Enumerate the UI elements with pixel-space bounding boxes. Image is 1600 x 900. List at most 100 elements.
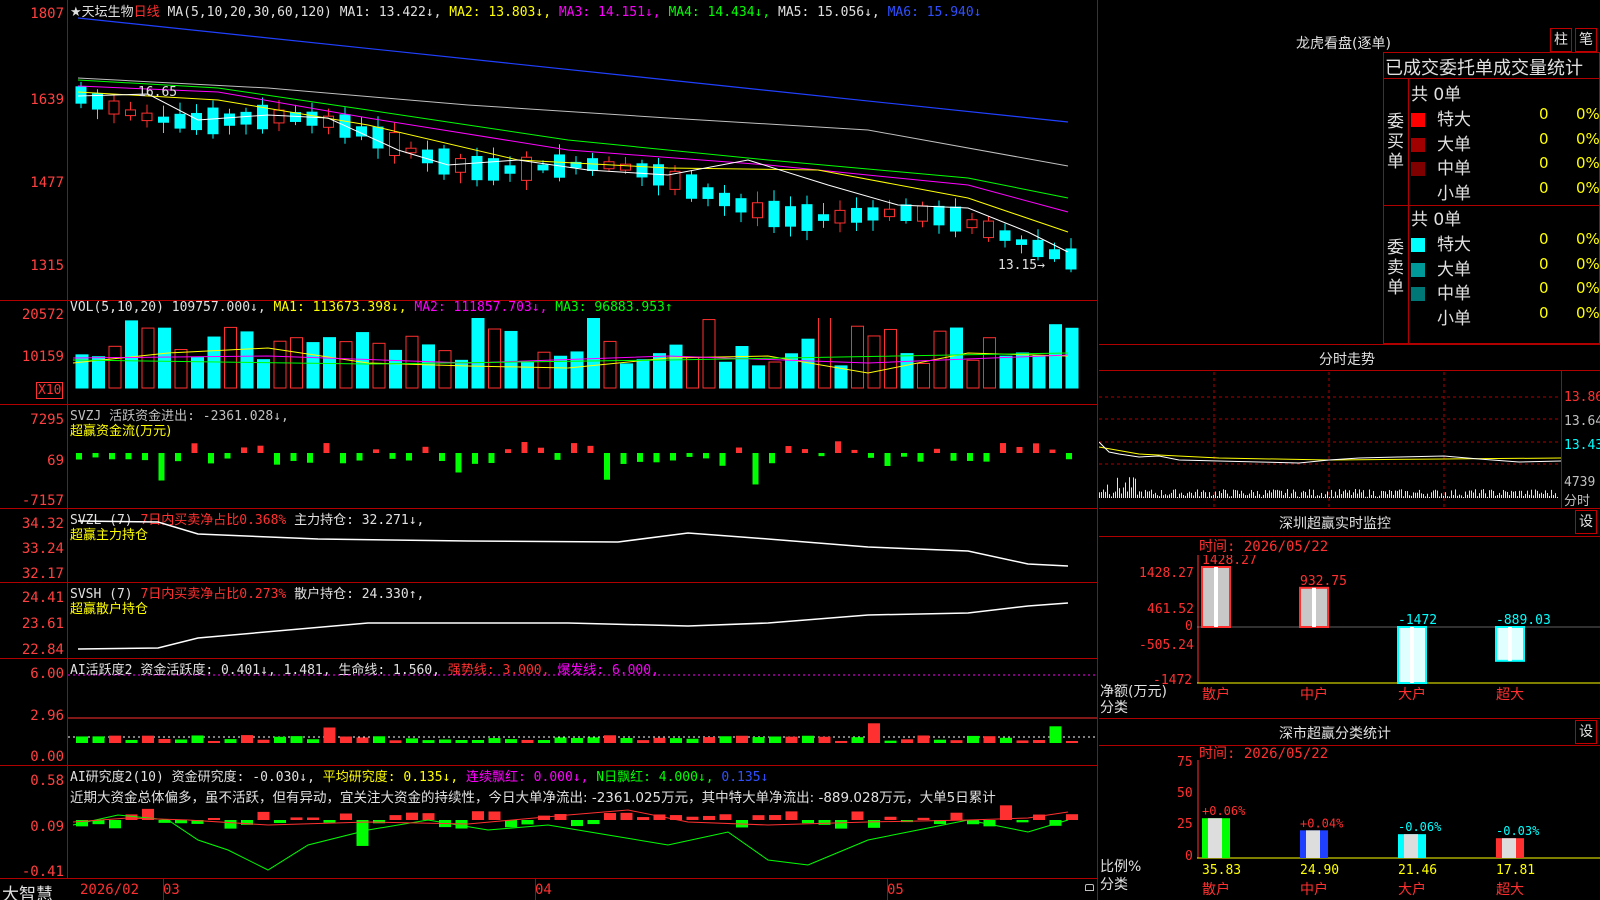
- volume-bar: [521, 362, 534, 389]
- research-bar: [604, 813, 616, 820]
- class-bar-highlight: [1208, 818, 1222, 858]
- volume-bar: [983, 337, 996, 389]
- bar-mode-button[interactable]: 柱: [1550, 28, 1572, 52]
- main-holding-chart[interactable]: [68, 509, 1097, 582]
- research-bar: [752, 815, 765, 820]
- intraday-volume-bar: [1203, 490, 1204, 498]
- main-chart-area[interactable]: 1807 1639 1477 1315 ★天坛生物日线 MA(5,10,20,3…: [0, 0, 1098, 900]
- intraday-volume-bar: [1465, 491, 1466, 498]
- intraday-volume-bar: [1547, 492, 1548, 498]
- intraday-volume-bar: [1419, 489, 1420, 498]
- volume-bar: [207, 336, 221, 389]
- research-bar: [488, 811, 501, 820]
- intraday-volume-bar: [1147, 491, 1148, 498]
- intraday-volume-bar: [1237, 490, 1238, 498]
- lock-icon[interactable]: [1085, 884, 1094, 891]
- volume-bar: [422, 344, 435, 389]
- intraday-chart[interactable]: [1099, 372, 1561, 508]
- intraday-volume-bar: [1155, 492, 1156, 498]
- ai-active-chart[interactable]: [68, 659, 1097, 765]
- main-holding-line: [77, 520, 1069, 567]
- active-bar: [1033, 740, 1045, 743]
- buy-row-value: 0: [1539, 105, 1549, 123]
- date-label: 04: [535, 882, 552, 898]
- research-bar: [224, 820, 237, 829]
- active-bar: [934, 739, 946, 743]
- candle-body: [240, 111, 252, 125]
- class-value-label: 35.83: [1202, 863, 1241, 878]
- volume-bar: [867, 335, 881, 389]
- candle-body: [471, 155, 483, 181]
- candlestick-chart[interactable]: 16.65 13.15→: [68, 0, 1097, 300]
- volume-bar: [92, 356, 105, 389]
- class-category-label: 大户: [1398, 881, 1426, 898]
- flow-bar: [241, 447, 247, 453]
- intraday-volume-bar: [1503, 489, 1504, 498]
- sell-row-name: 中单: [1437, 284, 1471, 304]
- volume-bar: [900, 353, 914, 389]
- flow-bar: [323, 443, 330, 453]
- intraday-volume-bar: [1165, 494, 1166, 498]
- active-bar: [389, 740, 402, 743]
- retail-holding-chart[interactable]: [68, 583, 1097, 658]
- intraday-volume-bar: [1467, 494, 1468, 498]
- intraday-volume-bar: [1411, 495, 1412, 498]
- research-bar: [257, 811, 270, 820]
- sell-total: 共 0单: [1411, 210, 1462, 230]
- money-flow-chart[interactable]: [68, 405, 1097, 507]
- date-label: 05: [887, 882, 904, 898]
- intraday-volume-bar: [1325, 494, 1326, 498]
- price-axis-label: 1639: [30, 92, 64, 108]
- intraday-volume-bar: [1253, 492, 1254, 498]
- class-settings-button[interactable]: 设: [1575, 720, 1597, 744]
- sell-row-percent: 0%: [1576, 303, 1600, 322]
- intraday-price-line: [1099, 441, 1561, 464]
- date-label: 03: [163, 882, 180, 898]
- intraday-volume-bar: [1257, 490, 1258, 498]
- monitor-bar-chart[interactable]: 1428.27 散户 932.75 中户 -1472 大户 -889.03 超大: [1197, 555, 1600, 705]
- brand-label[interactable]: 大智慧: [2, 880, 53, 900]
- volume-bar: [323, 337, 336, 389]
- volume-bar: [702, 319, 716, 389]
- class-bar-chart[interactable]: +0.06% 35.83 散户 +0.04% 24.90 中户 -0.06% 21.46 大户 -…: [1197, 760, 1600, 900]
- volume-bar: [636, 359, 650, 389]
- active-bar: [142, 735, 154, 743]
- candle-body: [273, 109, 285, 124]
- monitor-bar-highlight: [1214, 567, 1218, 627]
- intraday-volume-bar: [1145, 489, 1146, 498]
- intraday-volume-bar: [1517, 496, 1518, 498]
- research-bar: [274, 820, 286, 824]
- intraday-volume-bar: [1477, 496, 1478, 498]
- monitor-axis-label: 0: [1185, 619, 1193, 634]
- flow-bar: [109, 453, 115, 460]
- intraday-volume-bar: [1377, 496, 1378, 498]
- intraday-volume-bar: [1243, 493, 1244, 498]
- active-bar: [785, 736, 798, 743]
- volume-bar: [273, 340, 287, 389]
- intraday-volume-bar: [1331, 489, 1332, 498]
- class-pct-label: +0.06%: [1202, 804, 1246, 818]
- flow-bar: [554, 453, 561, 460]
- intraday-volume-bar: [1143, 496, 1144, 498]
- volume-chart[interactable]: [68, 318, 1097, 404]
- active-bar: [340, 736, 352, 743]
- ai-research-chart[interactable]: [68, 800, 1097, 878]
- monitor-bar-highlight: [1312, 587, 1316, 627]
- sell-row-name: 特大: [1437, 235, 1471, 255]
- intraday-volume-bar: [1343, 491, 1344, 498]
- color-swatch-icon: [1411, 162, 1425, 176]
- candle-body: [158, 116, 169, 123]
- flow-bar: [455, 453, 462, 473]
- buy-row-value: 0: [1539, 154, 1549, 172]
- monitor-settings-button[interactable]: 设: [1575, 510, 1597, 534]
- ai-research-axis-label: -0.41: [21, 864, 64, 880]
- candle-body: [1032, 239, 1044, 258]
- intraday-volume-bar: [1479, 493, 1480, 498]
- sell-row-percent: 0%: [1576, 279, 1600, 297]
- flow-bar: [356, 453, 363, 461]
- intraday-volume-bar: [1481, 489, 1482, 498]
- active-bar: [637, 740, 649, 743]
- tick-mode-button[interactable]: 笔: [1575, 28, 1597, 52]
- intraday-volume-bar: [1167, 495, 1168, 498]
- intraday-volume-bar: [1229, 496, 1230, 498]
